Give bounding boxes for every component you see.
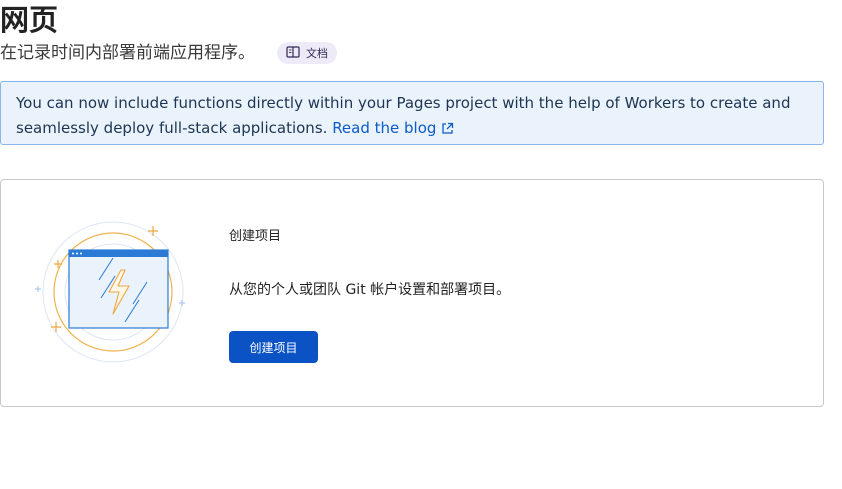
page-subtitle: 在记录时间内部署前端应用程序。 (0, 43, 255, 63)
external-link-icon (441, 118, 454, 143)
docs-link-chip[interactable]: 文档 (277, 42, 337, 64)
read-the-blog-link[interactable]: Read the blog (332, 119, 454, 137)
info-banner: You can now include functions directly w… (0, 81, 824, 145)
docs-link-label: 文档 (306, 47, 328, 60)
book-icon (286, 45, 300, 61)
browser-window-lightning-illustration (33, 218, 193, 370)
create-project-card: 创建项目 从您的个人或团队 Git 帐户设置和部署项目。 创建项目 (0, 179, 824, 407)
create-project-button[interactable]: 创建项目 (229, 331, 318, 363)
card-title: 创建项目 (229, 229, 282, 244)
page-title: 网页 (0, 3, 59, 37)
read-the-blog-label: Read the blog (332, 119, 437, 137)
subtitle-row: 在记录时间内部署前端应用程序。 文档 (0, 42, 337, 64)
card-description: 从您的个人或团队 Git 帐户设置和部署项目。 (229, 282, 511, 298)
